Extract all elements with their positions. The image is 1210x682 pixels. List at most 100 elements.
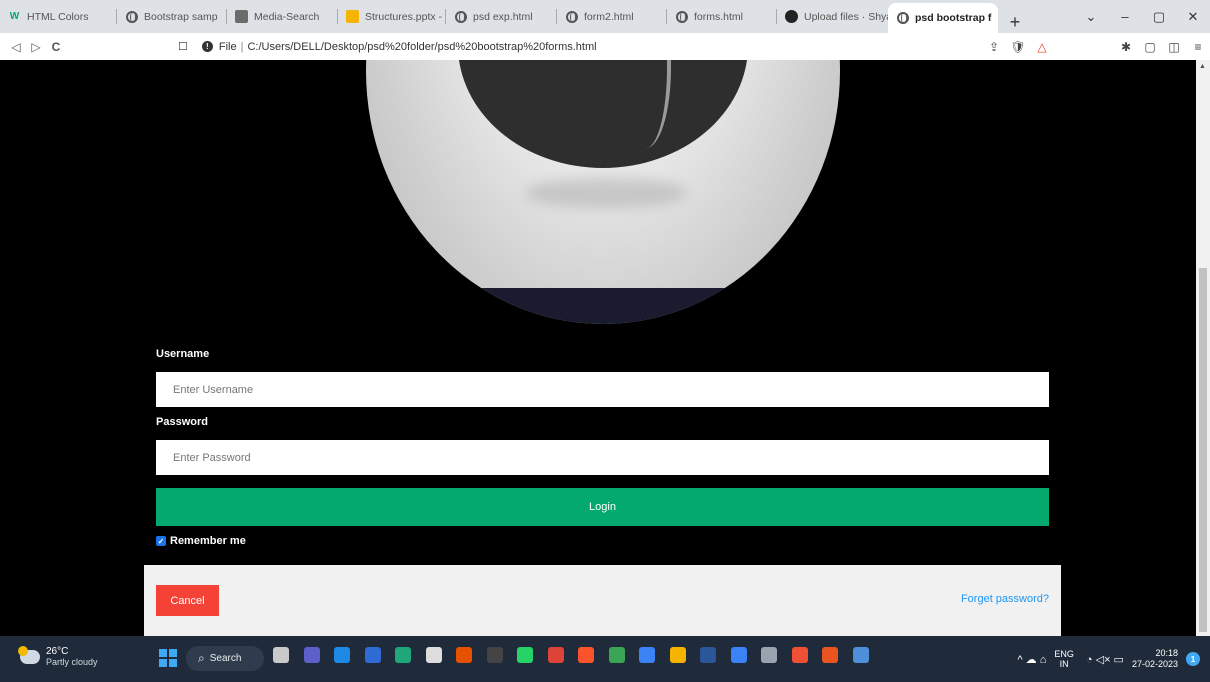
address-bar: ◁ ▷ C ☐ ! File | C:/Users/DELL/Desktop/p… [0, 33, 1210, 60]
notepad-icon[interactable] [608, 647, 625, 663]
back-button[interactable]: ◁ [6, 40, 26, 54]
cancel-button[interactable]: Cancel [156, 585, 219, 616]
vertical-scrollbar[interactable]: ▲ [1196, 60, 1210, 636]
brave-shield-icon[interactable]: 🛡 [1006, 40, 1030, 54]
maximize-button[interactable]: ▢ [1142, 9, 1176, 25]
tab-media-search[interactable]: Media-Search [227, 0, 338, 33]
menu-icon[interactable]: ≡ [1186, 40, 1210, 54]
tab-html-colors[interactable]: W HTML Colors [0, 0, 117, 33]
whatsapp-icon[interactable] [517, 647, 533, 663]
taskbar-search[interactable]: ⌕ Search [186, 646, 264, 671]
password-input[interactable] [156, 440, 1049, 475]
notification-badge[interactable]: 1 [1186, 652, 1200, 666]
tab-form2[interactable]: form2.html [557, 0, 667, 33]
language-indicator[interactable]: ENG IN [1054, 649, 1074, 669]
wallet-icon[interactable]: ◫ [1162, 40, 1186, 54]
search-icon: ⌕ [198, 651, 205, 665]
close-window-button[interactable]: ✕ [1176, 9, 1210, 25]
start-button[interactable] [159, 649, 177, 667]
scroll-up-icon[interactable]: ▲ [1199, 63, 1206, 70]
tab-search-icon[interactable]: ⌄ [1074, 9, 1108, 25]
clock[interactable]: 20:18 27-02-2023 [1132, 648, 1178, 670]
brave-icon[interactable] [578, 647, 594, 663]
photos-icon[interactable] [852, 647, 869, 663]
temperature: 26°C [46, 646, 69, 657]
info-icon[interactable]: ! [201, 41, 213, 52]
tab-structures-pptx[interactable]: Structures.pptx - Gc [338, 0, 446, 33]
url-scheme: File [218, 40, 237, 53]
tab-forms[interactable]: forms.html [667, 0, 777, 33]
teams-icon[interactable] [303, 647, 320, 663]
globe-icon [454, 10, 467, 23]
edge-icon[interactable] [395, 647, 411, 663]
tab-label: Upload files · Shyan [804, 10, 888, 23]
git-icon[interactable] [791, 647, 808, 663]
tray-overflow-icons[interactable]: ^ ☁ ⌂ [1017, 653, 1046, 666]
username-label: Username [156, 348, 210, 360]
page-content: Username Password Login ✓ Remember me Ca… [0, 60, 1196, 636]
github-icon [785, 10, 798, 23]
notes-icon[interactable] [639, 647, 655, 663]
brave-rewards-icon[interactable]: △ [1030, 40, 1054, 54]
extensions-icon[interactable]: ✱ [1114, 40, 1138, 54]
reload-button[interactable]: C [46, 40, 66, 54]
time: 20:18 [1155, 648, 1178, 658]
globe-icon [125, 10, 138, 23]
region-code: IN [1059, 659, 1069, 669]
chrome-icon[interactable] [547, 647, 564, 663]
network-volume-battery-icons[interactable]: ◔ ◁× ▭ [1086, 653, 1124, 666]
word-icon[interactable] [700, 647, 716, 663]
tab-bootstrap-samp[interactable]: Bootstrap samp [117, 0, 227, 33]
ubuntu-icon[interactable] [822, 647, 838, 663]
tab-psd-exp[interactable]: psd exp.html [446, 0, 557, 33]
weather-condition: Partly cloudy [46, 657, 98, 667]
password-label: Password [156, 416, 208, 428]
media-icon [235, 10, 248, 23]
globe-icon [675, 10, 688, 23]
tab-label: Bootstrap samp [144, 10, 218, 23]
weather-widget[interactable]: 26°C Partly cloudy [18, 646, 98, 668]
form-footer: Cancel Forget password? [144, 565, 1061, 636]
folder-icon[interactable] [669, 647, 686, 663]
tab-label: Media-Search [254, 10, 320, 23]
slides-icon [346, 10, 359, 23]
minimize-button[interactable]: – [1108, 9, 1142, 24]
globe-icon [565, 10, 578, 23]
sidebar-icon[interactable]: ▢ [1138, 40, 1162, 54]
globe-icon [896, 12, 909, 25]
username-input[interactable] [156, 372, 1049, 407]
tab-label: form2.html [584, 10, 634, 23]
url-field[interactable]: ☐ ! File | C:/Users/DELL/Desktop/psd%20f… [178, 33, 597, 60]
share-icon[interactable]: ⇪ [982, 40, 1006, 54]
tab-label: psd exp.html [473, 10, 533, 23]
office-icon[interactable] [456, 647, 472, 663]
remember-checkbox[interactable]: ✓ [156, 536, 166, 546]
mail-icon[interactable] [334, 647, 350, 663]
vscode-icon[interactable] [730, 647, 747, 663]
partly-cloudy-icon [18, 646, 40, 664]
store-icon[interactable] [364, 647, 381, 663]
tab-label: psd bootstrap f [915, 12, 992, 24]
system-tray: ^ ☁ ⌂ ENG IN ◔ ◁× ▭ 20:18 27-02-2023 1 [1017, 636, 1210, 682]
forward-button[interactable]: ▷ [26, 40, 46, 54]
remember-label: Remember me [170, 535, 246, 547]
settings-icon[interactable] [761, 647, 777, 663]
paint-icon[interactable] [425, 647, 442, 663]
remember-me[interactable]: ✓ Remember me [156, 535, 246, 547]
avatar-shadow [526, 178, 686, 208]
url-text: C:/Users/DELL/Desktop/psd%20folder/psd%2… [247, 40, 597, 53]
search-label: Search [209, 653, 242, 664]
language-code: ENG [1054, 649, 1074, 659]
tab-upload-files[interactable]: Upload files · Shyan [777, 0, 888, 33]
date: 27-02-2023 [1131, 659, 1178, 669]
file-explorer-icon[interactable] [273, 647, 289, 663]
tab-psd-bootstrap-forms[interactable]: psd bootstrap f ✕ [888, 3, 998, 33]
forgot-password-link[interactable]: Forget password? [961, 593, 1049, 605]
windows-taskbar: 26°C Partly cloudy ⌕ Search ^ ☁ ⌂ ENG IN… [0, 636, 1210, 682]
new-tab-button[interactable]: + [1002, 12, 1028, 33]
scrollbar-thumb[interactable] [1199, 268, 1207, 632]
login-button[interactable]: Login [156, 488, 1049, 526]
terminal-icon[interactable] [486, 647, 503, 663]
toolbar-icons: ⇪ 🛡 △ ✱ ▢ ◫ ≡ [982, 33, 1210, 60]
bookmark-icon[interactable]: ☐ [178, 40, 188, 53]
